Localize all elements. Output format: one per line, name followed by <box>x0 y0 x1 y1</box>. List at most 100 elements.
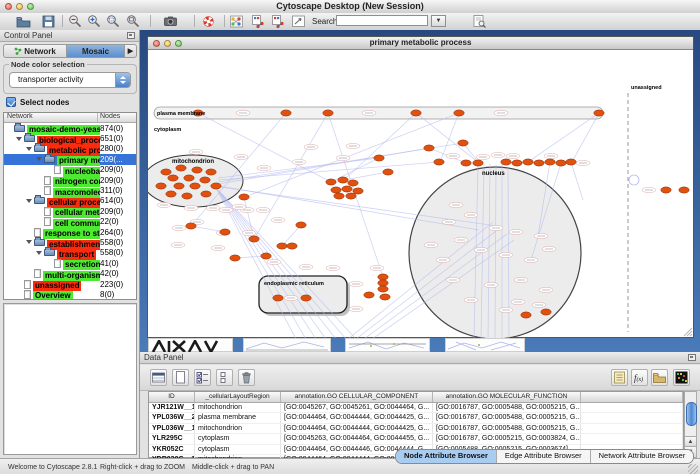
table-row[interactable]: YPL036W__1mitochondrion[GO:0044464, GO:0… <box>149 424 683 434</box>
network-node[interactable] <box>174 183 184 189</box>
table-row[interactable]: YJR121W__1mitochondrion[GO:0045267, GO:0… <box>149 403 683 413</box>
network-node[interactable] <box>161 169 171 175</box>
network-node[interactable] <box>301 295 311 301</box>
select-nodes-checkbox[interactable] <box>6 97 16 107</box>
network-node[interactable] <box>277 243 287 249</box>
network-node[interactable] <box>348 180 358 186</box>
tab-mosaic[interactable]: Mosaic <box>67 44 125 58</box>
tab-overflow-arrow[interactable]: ▶ <box>125 44 137 58</box>
network-node[interactable] <box>190 183 200 189</box>
zoom-to-fit-icon[interactable] <box>126 14 141 29</box>
network-node[interactable] <box>434 159 444 165</box>
network-node[interactable] <box>184 175 194 181</box>
vizmapper-icon[interactable] <box>229 14 244 29</box>
network-node[interactable] <box>338 177 348 183</box>
configure-search-icon[interactable] <box>472 14 487 29</box>
float-panel-icon[interactable] <box>688 354 696 361</box>
expand-triangle-icon[interactable] <box>36 251 42 255</box>
network-node[interactable] <box>374 155 384 161</box>
expand-triangle-icon[interactable] <box>16 137 22 141</box>
network-window-titlebar[interactable]: primary metabolic process <box>148 37 693 50</box>
network-node[interactable] <box>342 186 352 192</box>
network-node[interactable] <box>411 110 421 116</box>
network-node[interactable] <box>186 223 196 229</box>
network-node[interactable] <box>556 160 566 166</box>
background-window-fragment[interactable] <box>445 338 525 352</box>
table-column-header[interactable]: _cellularLayoutRegion <box>195 392 281 402</box>
network-node[interactable] <box>166 191 176 197</box>
table-column-header[interactable]: ID <box>149 392 195 402</box>
network-node[interactable] <box>168 175 178 181</box>
tree-col-nodes[interactable]: Nodes <box>98 113 136 122</box>
network-node[interactable] <box>156 183 166 189</box>
network-node[interactable] <box>182 193 192 199</box>
search-dropdown-arrow[interactable]: ▼ <box>431 15 446 27</box>
table-row[interactable]: YPL036W__2plasma membrane[GO:0044464, GO… <box>149 413 683 423</box>
background-window-fragment[interactable] <box>243 338 331 352</box>
tab-network-attribute-browser[interactable]: Network Attribute Browser <box>591 450 694 463</box>
network-node[interactable] <box>512 160 522 166</box>
network-node[interactable] <box>594 110 604 116</box>
search-input[interactable] <box>336 15 428 26</box>
network-node[interactable] <box>364 292 374 298</box>
network-node[interactable] <box>424 145 434 151</box>
network-node[interactable] <box>378 274 388 280</box>
network-node[interactable] <box>458 140 468 146</box>
background-window-fragment[interactable] <box>148 338 233 352</box>
network-node[interactable] <box>380 294 390 300</box>
select-attributes-icon[interactable] <box>194 369 211 386</box>
tree-row[interactable]: Overview8(0) <box>4 289 136 299</box>
tab-network[interactable]: Network <box>3 44 67 58</box>
network-node[interactable] <box>461 160 471 166</box>
expand-triangle-icon[interactable] <box>26 199 32 203</box>
network-node[interactable] <box>541 309 551 315</box>
network-node[interactable] <box>501 159 511 165</box>
select-all-attributes-icon[interactable] <box>150 369 167 386</box>
network-node[interactable] <box>201 191 211 197</box>
network-node[interactable] <box>334 193 344 199</box>
network-node[interactable] <box>331 187 341 193</box>
zoom-selected-region-icon[interactable] <box>106 14 121 29</box>
network-node[interactable] <box>545 159 555 165</box>
network-node[interactable] <box>454 110 464 116</box>
network-node[interactable] <box>534 160 544 166</box>
help-lifesaver-icon[interactable] <box>201 14 216 29</box>
unselect-attributes-icon[interactable] <box>216 369 233 386</box>
scrollbar-thumb[interactable] <box>686 402 697 426</box>
network-node[interactable] <box>200 177 210 183</box>
network-node[interactable] <box>261 253 271 259</box>
zoom-in-icon[interactable] <box>87 14 102 29</box>
attribute-list-icon[interactable] <box>611 369 628 386</box>
canvas-resize-grip[interactable] <box>684 328 692 336</box>
import-attributes-icon[interactable] <box>651 369 668 386</box>
network-node[interactable] <box>249 236 259 242</box>
network-canvas[interactable]: plasma membrane cytoplasm mitochondrion … <box>148 50 693 338</box>
float-panel-icon[interactable] <box>127 32 135 39</box>
delete-attribute-icon[interactable] <box>238 369 255 386</box>
zoom-out-icon[interactable] <box>68 14 83 29</box>
network-node[interactable] <box>378 286 388 292</box>
network-node[interactable] <box>473 160 483 166</box>
network-node[interactable] <box>679 187 689 193</box>
expand-triangle-icon[interactable] <box>26 240 32 244</box>
table-scrollbar[interactable]: ▲ ▼ <box>684 391 697 458</box>
tab-edge-attribute-browser[interactable]: Edge Attribute Browser <box>497 450 591 463</box>
network-node[interactable] <box>176 165 186 171</box>
network-node[interactable] <box>239 194 249 200</box>
network-node[interactable] <box>192 167 202 173</box>
network-node[interactable] <box>287 243 297 249</box>
network-node[interactable] <box>661 187 671 193</box>
expand-triangle-icon[interactable] <box>26 147 32 151</box>
import-edge-attributes-icon[interactable] <box>271 14 286 29</box>
network-node[interactable] <box>206 169 216 175</box>
network-node[interactable] <box>383 169 393 175</box>
background-window-fragment[interactable] <box>345 338 430 352</box>
annotation-board-icon[interactable] <box>291 14 306 29</box>
attribute-matrix-icon[interactable] <box>673 369 690 386</box>
table-column-header[interactable]: annotation.GO MOLECULAR_FUNCTION <box>433 392 581 402</box>
network-node[interactable] <box>296 222 306 228</box>
import-node-attributes-icon[interactable] <box>251 14 266 29</box>
network-node[interactable] <box>346 193 356 199</box>
network-node[interactable] <box>523 159 533 165</box>
create-attribute-icon[interactable] <box>172 369 189 386</box>
